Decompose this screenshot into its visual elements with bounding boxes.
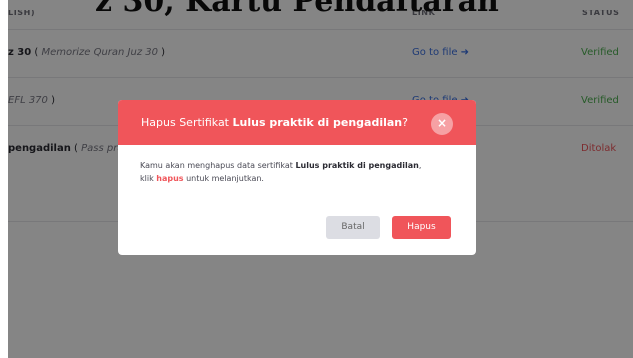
- modal-header: Hapus Sertifikat Lulus praktik di pengad…: [118, 100, 476, 145]
- close-button[interactable]: ×: [431, 113, 453, 135]
- cancel-button[interactable]: Batal: [326, 216, 380, 239]
- modal-message: Kamu akan menghapus data sertifikat Lulu…: [140, 159, 460, 185]
- modal-title: Hapus Sertifikat Lulus praktik di pengad…: [141, 116, 408, 129]
- delete-certificate-modal: Hapus Sertifikat Lulus praktik di pengad…: [118, 100, 476, 255]
- message-line-1: Kamu akan menghapus data sertifikat Lulu…: [140, 161, 422, 170]
- delete-button[interactable]: Hapus: [392, 216, 451, 239]
- close-icon: ×: [436, 116, 448, 130]
- message-line-2: klik hapus untuk melanjutkan.: [140, 174, 264, 183]
